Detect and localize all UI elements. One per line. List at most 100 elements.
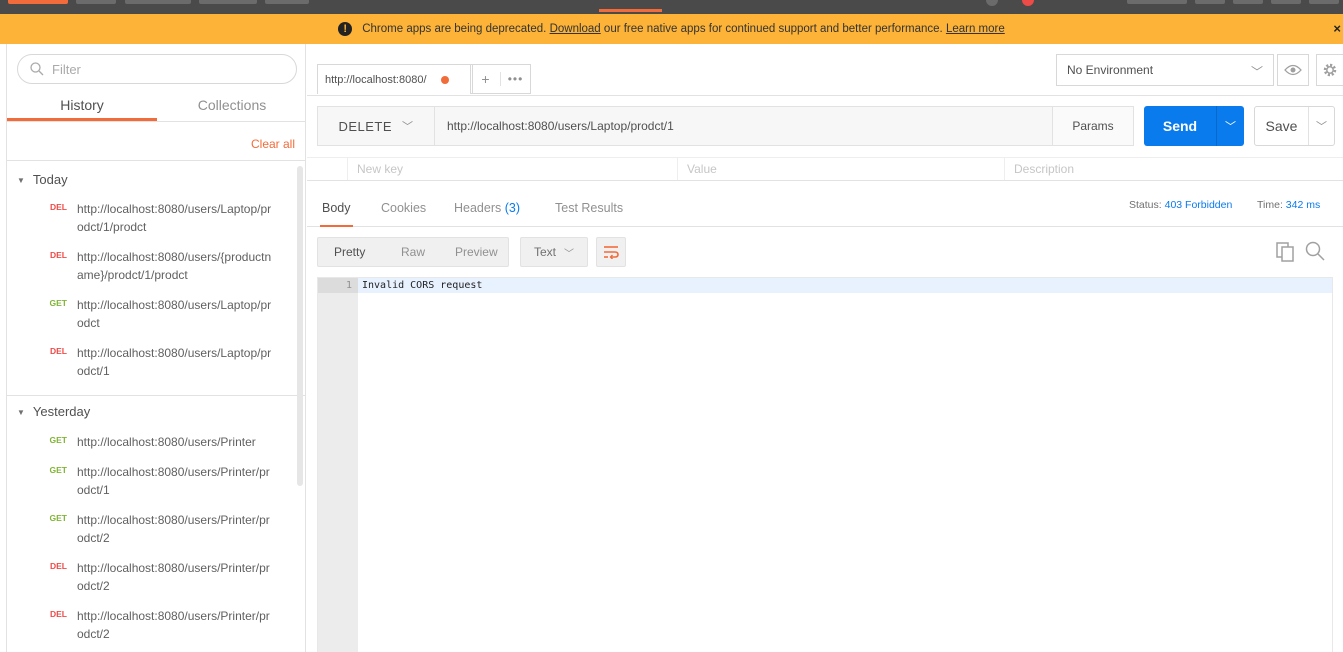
toolbar-button[interactable]: [76, 0, 116, 4]
chevron-down-icon: ﹀: [1250, 65, 1263, 79]
search-icon[interactable]: [1305, 241, 1325, 261]
method-badge: GET: [49, 298, 67, 308]
history-url: http://localhost:8080/users/Printer/prod…: [77, 465, 270, 497]
divider: [7, 395, 305, 396]
format-pretty[interactable]: Pretty: [318, 245, 381, 259]
toolbar-button[interactable]: [1271, 0, 1301, 4]
params-button[interactable]: Params: [1052, 107, 1133, 145]
environment-select[interactable]: No Environment ﹀: [1056, 54, 1274, 86]
send-button[interactable]: Send ﹀: [1144, 106, 1244, 146]
more-tabs-button[interactable]: •••: [500, 72, 530, 86]
toolbar-button[interactable]: [199, 0, 257, 4]
divider: [7, 160, 305, 161]
new-tab-button[interactable]: +: [471, 71, 500, 87]
save-label: Save: [1265, 118, 1298, 134]
params-table-row: New key Value Description: [307, 157, 1343, 181]
history-item[interactable]: GET http://localhost:8080/users/Printer: [7, 433, 297, 451]
response-status: Status: 403 Forbidden: [1129, 199, 1232, 211]
toolbar-button[interactable]: [1233, 0, 1263, 4]
history-item[interactable]: DEL http://localhost:8080/users/{product…: [7, 248, 297, 284]
banner-text: our free native apps for continued suppo…: [603, 23, 943, 35]
group-label: Yesterday: [32, 404, 91, 419]
history-item[interactable]: GET http://localhost:8080/users/Laptop/p…: [7, 296, 297, 332]
caret-down-icon: ▼: [17, 176, 25, 185]
send-label: Send: [1162, 118, 1198, 134]
sidebar-scrollbar[interactable]: [297, 166, 303, 486]
filter-input[interactable]: Filter: [17, 54, 297, 84]
history-item[interactable]: DEL http://localhost:8080/users/Laptop/p…: [7, 200, 297, 236]
sidebar: Filter History Collections Clear all ▼ To…: [6, 44, 306, 652]
download-link[interactable]: Download: [550, 23, 601, 35]
status-value: 403 Forbidden: [1164, 199, 1233, 211]
app-top-bar: [0, 0, 1343, 14]
description-input[interactable]: Description: [1014, 162, 1074, 176]
response-toolbar: Pretty Raw Preview Text ﹀: [307, 227, 1343, 277]
toolbar-button[interactable]: [1309, 0, 1339, 4]
environment-quick-look-button[interactable]: [1277, 54, 1309, 86]
environment-value: No Environment: [1067, 63, 1154, 77]
learn-more-link[interactable]: Learn more: [946, 23, 1005, 35]
toolbar-button[interactable]: [265, 0, 309, 4]
line-gutter: [318, 278, 358, 652]
group-label: Today: [32, 172, 68, 187]
save-button[interactable]: Save ﹀: [1254, 106, 1335, 146]
chevron-down-icon[interactable]: ﹀: [1308, 107, 1334, 145]
response-tabs: Body Cookies Headers (3) Test Results St…: [307, 181, 1343, 227]
request-url-row: DELETE ﹀ http://localhost:8080/users/Lap…: [307, 96, 1343, 156]
tab-cookies[interactable]: Cookies: [381, 201, 426, 215]
tab-test-results[interactable]: Test Results: [555, 201, 623, 215]
format-preview[interactable]: Preview: [445, 245, 508, 259]
tab-history[interactable]: History: [7, 92, 157, 121]
divider: [677, 158, 678, 180]
history-group-yesterday[interactable]: ▼ Yesterday: [17, 404, 90, 419]
close-icon[interactable]: ×: [1333, 21, 1341, 36]
app-menu-button[interactable]: [8, 0, 68, 4]
history-item[interactable]: GET http://localhost:8080/users/Printer/…: [7, 511, 297, 547]
method-badge: GET: [49, 435, 67, 445]
history-url: http://localhost:8080/users/Printer: [77, 435, 256, 449]
toolbar-button[interactable]: [1195, 0, 1225, 4]
active-workspace-indicator: [599, 9, 662, 12]
history-url: http://localhost:8080/users/Laptop/prodc…: [77, 202, 272, 234]
history-url: http://localhost:8080/users/Laptop/prodc…: [77, 298, 272, 330]
sync-icon[interactable]: [986, 0, 998, 6]
caret-down-icon: ▼: [17, 408, 25, 417]
notification-icon[interactable]: [1022, 0, 1034, 6]
history-item[interactable]: GET http://localhost:8080/users/Printer/…: [7, 463, 297, 499]
url-bar: DELETE ﹀ http://localhost:8080/users/Lap…: [317, 106, 1134, 146]
request-tab[interactable]: http://localhost:8080/: [317, 64, 473, 94]
unsaved-dot-icon: [440, 75, 449, 84]
history-item[interactable]: DEL http://localhost:8080/users/Printer/…: [7, 607, 297, 643]
deprecation-banner: ! Chrome apps are being deprecated. Down…: [0, 14, 1343, 44]
method-badge: DEL: [50, 609, 67, 619]
method-select[interactable]: DELETE ﹀: [318, 107, 435, 145]
status-label: Status:: [1129, 199, 1162, 211]
wrap-lines-button[interactable]: [596, 237, 626, 267]
headers-count: (3): [504, 201, 521, 215]
url-input[interactable]: http://localhost:8080/users/Laptop/prodc…: [435, 119, 1052, 133]
tab-headers[interactable]: Headers (3): [454, 201, 520, 215]
format-raw[interactable]: Raw: [381, 245, 444, 259]
clear-all-button[interactable]: Clear all: [251, 137, 295, 151]
chevron-down-icon: ﹀: [402, 121, 414, 133]
chevron-down-icon[interactable]: ﹀: [1216, 106, 1244, 146]
value-input[interactable]: Value: [687, 162, 717, 176]
response-type-select[interactable]: Text ﹀: [520, 237, 588, 267]
tab-collections[interactable]: Collections: [157, 92, 305, 121]
history-item[interactable]: DEL http://localhost:8080/users/Laptop/p…: [7, 344, 297, 380]
response-body-editor[interactable]: 1 Invalid CORS request: [317, 277, 1333, 652]
toolbar-button[interactable]: [1127, 0, 1187, 4]
manage-environments-button[interactable]: [1316, 54, 1343, 86]
toolbar-button[interactable]: [125, 0, 191, 4]
history-group-today[interactable]: ▼ Today: [17, 172, 68, 187]
new-key-input[interactable]: New key: [357, 162, 403, 176]
history-item[interactable]: DEL http://localhost:8080/users/Printer/…: [7, 559, 297, 595]
sidebar-tabs: History Collections: [7, 92, 305, 122]
tab-body[interactable]: Body: [320, 201, 352, 227]
method-badge: DEL: [50, 346, 67, 356]
chevron-down-icon: ﹀: [564, 248, 574, 260]
copy-icon[interactable]: [1276, 242, 1294, 262]
format-group: Pretty Raw Preview: [317, 237, 509, 267]
method-badge: GET: [49, 513, 67, 523]
tab-actions: + •••: [470, 64, 531, 94]
